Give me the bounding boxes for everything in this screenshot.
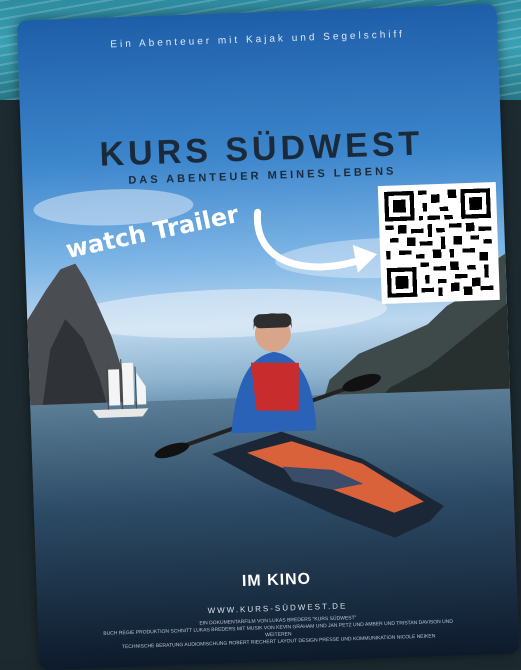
movie-poster: Ein Abenteuer mit Kajak und Segelschiff … — [16, 3, 520, 670]
qr-code-icon[interactable] — [377, 181, 500, 305]
curved-arrow-icon — [254, 208, 378, 273]
cloud — [67, 288, 388, 339]
